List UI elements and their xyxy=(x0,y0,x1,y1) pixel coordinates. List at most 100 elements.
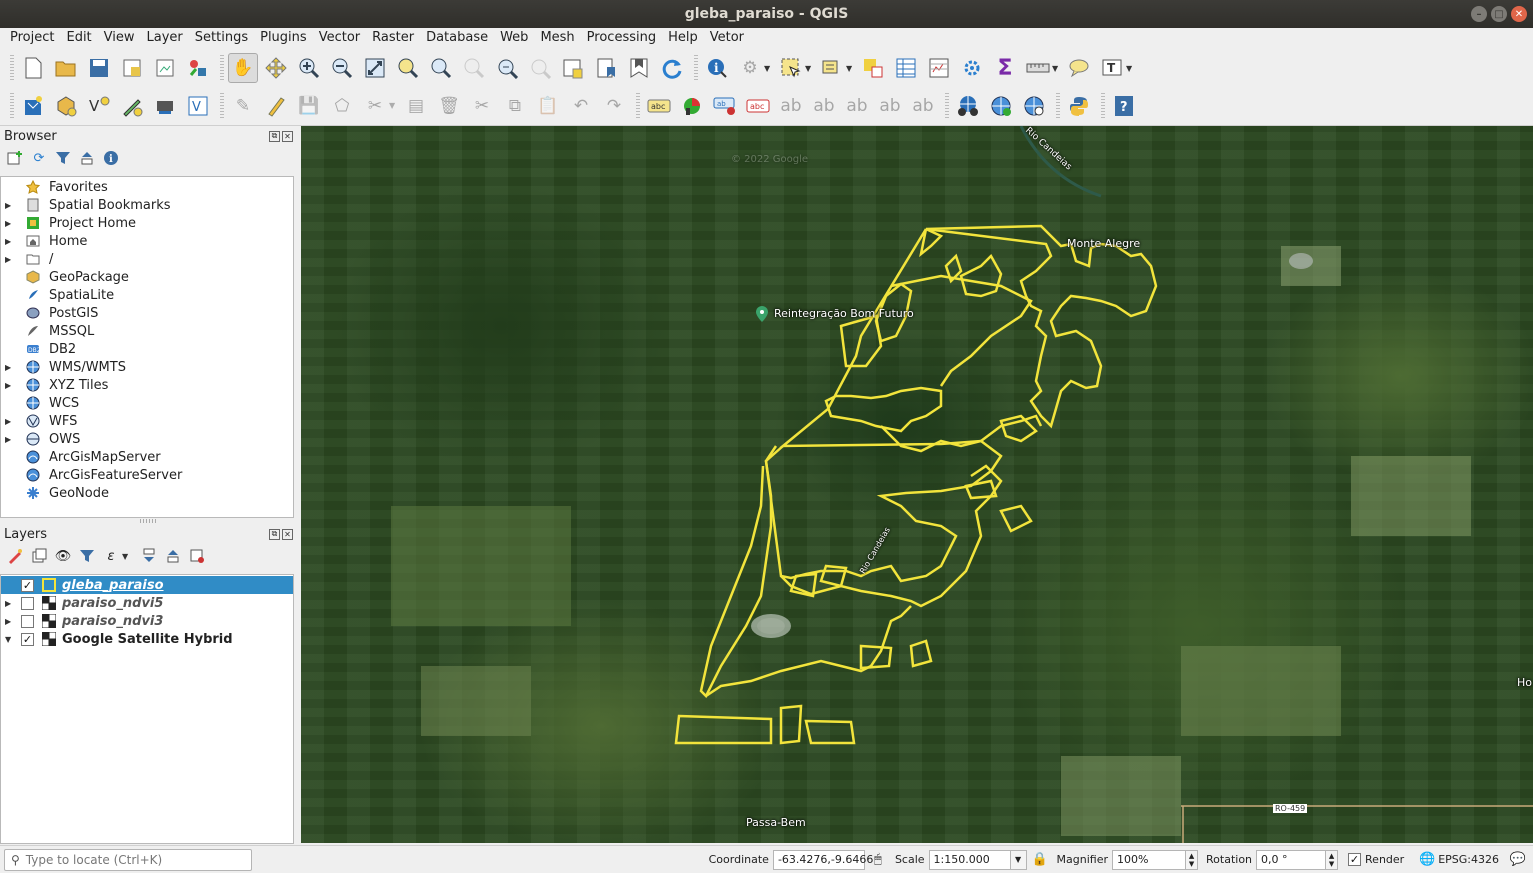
pan-map-icon[interactable]: ✋ xyxy=(228,53,258,83)
paste-features-icon[interactable]: 📋 xyxy=(533,91,563,121)
toggle-extents-icon[interactable]: 🖱 xyxy=(869,852,887,867)
expand-all-icon[interactable] xyxy=(140,547,158,565)
expand-arrow-icon[interactable]: ▶ xyxy=(5,237,15,246)
layer-item-paraiso-ndvi3[interactable]: ▶ paraiso_ndvi3 xyxy=(1,612,293,630)
new-virtual-layer-icon[interactable] xyxy=(150,91,180,121)
remove-layer-icon[interactable] xyxy=(188,547,206,565)
pan-to-selection-icon[interactable] xyxy=(261,53,291,83)
menu-web[interactable]: Web xyxy=(494,28,534,48)
style-panel-icon[interactable] xyxy=(6,547,24,565)
chevron-down-icon[interactable]: ▼ xyxy=(846,64,854,73)
browser-item-geopackage[interactable]: GeoPackage xyxy=(1,268,293,286)
add-selected-layers-icon[interactable] xyxy=(6,149,24,167)
browser-item-arcgismapserver[interactable]: ArcGisMapServer xyxy=(1,448,293,466)
new-map-view-icon[interactable] xyxy=(558,53,588,83)
new-project-icon[interactable] xyxy=(18,53,48,83)
expand-arrow-icon[interactable]: ▶ xyxy=(5,363,15,372)
coordinate-field[interactable]: -63.4276,-9.6466 xyxy=(772,849,873,870)
browser-item-ows[interactable]: ▶ OWS xyxy=(1,430,293,448)
expand-arrow-icon[interactable]: ▶ xyxy=(5,219,15,228)
new-spatial-layer-icon[interactable]: V xyxy=(183,91,213,121)
zoom-full-icon[interactable] xyxy=(360,53,390,83)
layer-item-paraiso-ndvi5[interactable]: ▶ paraiso_ndvi5 xyxy=(1,594,293,612)
save-edits-icon[interactable]: 💾 xyxy=(294,91,324,121)
expand-arrow-icon[interactable]: ▶ xyxy=(5,599,15,608)
zoom-to-layer-icon[interactable] xyxy=(426,53,456,83)
select-features-icon[interactable] xyxy=(776,53,806,83)
highlight-pinned-labels-icon[interactable]: ab xyxy=(710,91,740,121)
close-panel-icon[interactable]: ✕ xyxy=(282,528,293,540)
menu-layer[interactable]: Layer xyxy=(141,28,189,48)
lock-scale-icon[interactable]: 🔒 xyxy=(1031,852,1049,867)
open-project-icon[interactable] xyxy=(51,53,81,83)
float-panel-icon[interactable]: ⧉ xyxy=(269,130,280,142)
filter-browser-icon[interactable] xyxy=(54,149,72,167)
expand-arrow-icon[interactable]: ▶ xyxy=(5,381,15,390)
select-by-value-icon[interactable] xyxy=(817,53,847,83)
map-tips-icon[interactable] xyxy=(1064,53,1094,83)
data-source-manager-icon[interactable] xyxy=(18,91,48,121)
redo-icon[interactable]: ↷ xyxy=(599,91,629,121)
chevron-down-icon[interactable]: ▼ xyxy=(389,101,397,110)
run-feature-action-icon[interactable]: ⚙ xyxy=(735,53,765,83)
rotation-field[interactable]: 0,0 ° xyxy=(1256,849,1327,870)
gleba-paraiso-polygon[interactable] xyxy=(674,224,1158,745)
metasearch-icon[interactable] xyxy=(953,91,983,121)
chevron-down-icon[interactable]: ▼ xyxy=(805,64,813,73)
show-hide-labels-icon[interactable]: ab xyxy=(776,91,806,121)
menu-database[interactable]: Database xyxy=(420,28,494,48)
browser-item-root[interactable]: ▶ / xyxy=(1,250,293,268)
browser-item-favorites[interactable]: Favorites xyxy=(1,178,293,196)
style-manager-icon[interactable] xyxy=(183,53,213,83)
deselect-all-icon[interactable] xyxy=(858,53,888,83)
browser-item-arcgisfeatureserver[interactable]: ArcGisFeatureServer xyxy=(1,466,293,484)
browser-item-postgis[interactable]: PostGIS xyxy=(1,304,293,322)
map-canvas[interactable]: Rio Candeias Monte Alegre Reintegração B… xyxy=(301,126,1533,843)
layer-visibility-checkbox[interactable]: ✓ xyxy=(21,632,34,646)
collapse-all-icon[interactable] xyxy=(78,149,96,167)
properties-info-icon[interactable]: i xyxy=(102,149,120,167)
attribute-table-icon[interactable] xyxy=(891,53,921,83)
messages-icon[interactable]: 💬 xyxy=(1509,852,1527,867)
browser-item-db2[interactable]: DB2 DB2 xyxy=(1,340,293,358)
browser-item-geonode[interactable]: GeoNode xyxy=(1,484,293,502)
zoom-native-icon[interactable] xyxy=(459,53,489,83)
browser-item-wms-wmts[interactable]: ▶ WMS/WMTS xyxy=(1,358,293,376)
refresh-icon[interactable] xyxy=(657,53,687,83)
browser-item-spatialite[interactable]: SpatiaLite xyxy=(1,286,293,304)
layer-labeling-icon[interactable]: abc xyxy=(644,91,674,121)
magnifier-spinner[interactable]: ▲ ▼ xyxy=(1186,849,1199,870)
browser-item-mssql[interactable]: MSSQL xyxy=(1,322,293,340)
toggle-editing-icon[interactable] xyxy=(261,91,291,121)
menu-processing[interactable]: Processing xyxy=(581,28,662,48)
globe-search-icon[interactable] xyxy=(1019,91,1049,121)
copy-features-icon[interactable]: ⧉ xyxy=(500,91,530,121)
menu-edit[interactable]: Edit xyxy=(60,28,97,48)
zoom-to-selection-icon[interactable] xyxy=(393,53,423,83)
chevron-down-icon[interactable]: ▼ xyxy=(1052,64,1060,73)
new-temporary-layer-icon[interactable] xyxy=(117,91,147,121)
show-bookmarks-icon[interactable] xyxy=(624,53,654,83)
render-checkbox[interactable]: ✓ xyxy=(1348,853,1362,866)
zoom-next-icon[interactable] xyxy=(525,53,555,83)
filter-legend-icon[interactable] xyxy=(78,547,96,565)
menu-vector[interactable]: Vector xyxy=(313,28,366,48)
refresh-icon[interactable]: ⟳ xyxy=(30,149,48,167)
zoom-last-icon[interactable] xyxy=(492,53,522,83)
collapse-all-icon[interactable] xyxy=(164,547,182,565)
browser-item-project-home[interactable]: ▶ Project Home xyxy=(1,214,293,232)
browser-item-wfs[interactable]: ▶ WFS xyxy=(1,412,293,430)
collapse-arrow-icon[interactable]: ▼ xyxy=(5,635,15,644)
modify-attributes-icon[interactable]: ▤ xyxy=(401,91,431,121)
help-icon[interactable]: ? xyxy=(1109,91,1139,121)
manage-visibility-icon[interactable]: 👁 xyxy=(54,547,72,565)
pin-unpin-labels-icon[interactable]: abc xyxy=(743,91,773,121)
browser-item-wcs[interactable]: WCS xyxy=(1,394,293,412)
maximize-button[interactable]: □ xyxy=(1491,6,1507,22)
scale-field[interactable]: 1:150.000 xyxy=(928,849,1011,870)
crs-label[interactable]: EPSG:4326 xyxy=(1438,853,1499,866)
text-annotation-icon[interactable]: T xyxy=(1097,53,1127,83)
expand-arrow-icon[interactable]: ▶ xyxy=(5,435,15,444)
add-group-icon[interactable] xyxy=(30,547,48,565)
layer-diagram-icon[interactable] xyxy=(677,91,707,121)
